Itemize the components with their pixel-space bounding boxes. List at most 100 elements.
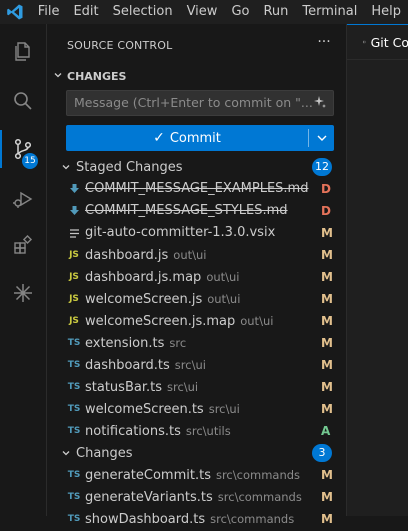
ai-extension-button[interactable] (0, 270, 46, 316)
file-row[interactable]: TS notifications.ts src\utils A (47, 420, 346, 442)
search-button[interactable] (0, 78, 46, 124)
package-file-icon (67, 222, 81, 244)
commit-button-group: ✓ Commit (66, 125, 334, 151)
check-icon: ✓ (153, 130, 165, 146)
file-directory: src\commands (217, 490, 302, 504)
explorer-icon (15, 42, 30, 61)
file-row[interactable]: COMMIT_MESSAGE_STYLES.md D (47, 200, 346, 222)
menu-bar: File Edit Selection View Go Run Terminal… (0, 0, 408, 24)
file-row[interactable]: JS dashboard.js.map out\ui M (47, 266, 346, 288)
typescript-file-icon: TS (67, 382, 81, 392)
javascript-file-icon: JS (69, 250, 79, 260)
file-name: statusBar.ts src\ui (85, 376, 198, 399)
menu-go[interactable]: Go (224, 0, 256, 24)
file-status: M (321, 248, 333, 262)
file-row[interactable]: TS showDashboard.ts src\commands M (47, 508, 346, 530)
generate-message-sparkle-icon[interactable] (311, 94, 327, 110)
more-actions-icon[interactable]: ··· (315, 34, 333, 52)
chevron-down-icon (59, 156, 73, 178)
file-status: M (321, 292, 333, 306)
file-directory: src\commands (215, 468, 301, 482)
file-status: M (321, 314, 333, 328)
menu-run[interactable]: Run (256, 0, 295, 24)
javascript-file-icon: JS (69, 294, 79, 304)
menu-terminal[interactable]: Terminal (295, 0, 364, 24)
file-name-text: COMMIT_MESSAGE_EXAMPLES.md (85, 181, 309, 196)
file-status: M (321, 490, 333, 504)
menu-view[interactable]: View (180, 0, 225, 24)
extensions-button[interactable] (0, 222, 46, 268)
file-row[interactable]: TS statusBar.ts src\ui M (47, 376, 346, 398)
file-row[interactable]: TS generateCommit.ts src\commands M (47, 464, 346, 486)
file-row[interactable]: TS extension.ts src M (47, 332, 346, 354)
file-row[interactable]: JS dashboard.js out\ui M (47, 244, 346, 266)
run-debug-icon (13, 191, 33, 208)
javascript-file-icon: JS (69, 272, 79, 282)
menu-edit[interactable]: Edit (66, 0, 105, 24)
file-row[interactable]: TS welcomeScreen.ts src\ui M (47, 398, 346, 420)
run-debug-button[interactable] (0, 176, 46, 222)
menu-file[interactable]: File (31, 0, 67, 24)
file-row[interactable]: git-auto-committer-1.3.0.vsix M (47, 222, 346, 244)
typescript-file-icon: TS (67, 426, 81, 436)
commit-options-dropdown[interactable] (309, 125, 334, 151)
file-name-text: notifications.ts (85, 424, 181, 439)
file-name: generateVariants.ts src\commands (85, 486, 302, 509)
file-name: git-auto-committer-1.3.0.vsix (85, 222, 275, 244)
file-name: COMMIT_MESSAGE_EXAMPLES.md (85, 178, 308, 200)
file-row[interactable]: JS welcomeScreen.js.map out\ui M (47, 310, 346, 332)
file-name-text: COMMIT_MESSAGE_STYLES.md (85, 203, 288, 218)
scm-group-changes[interactable]: Changes 3 (47, 442, 346, 464)
explorer-button[interactable] (0, 28, 46, 74)
typescript-file-icon: TS (67, 338, 81, 348)
typescript-file-icon: TS (67, 404, 81, 414)
file-status: M (321, 380, 333, 394)
editor-tab[interactable]: Git Co (347, 24, 408, 59)
file-name-text: dashboard.ts (85, 358, 170, 373)
file-row[interactable]: TS generateVariants.ts src\commands M (47, 486, 346, 508)
group-count-badge: 3 (312, 444, 332, 462)
file-name-text: generateCommit.ts (85, 468, 211, 483)
file-name: welcomeScreen.js.map out\ui (85, 310, 273, 333)
scm-group-staged[interactable]: Staged Changes 12 (47, 156, 346, 178)
file-name: showDashboard.ts src\commands (85, 508, 294, 531)
file-row[interactable]: TS dashboard.ts src\ui M (47, 354, 346, 376)
changes-section-header[interactable]: CHANGES (53, 66, 126, 86)
source-control-badge: 15 (22, 153, 38, 169)
commit-button[interactable]: ✓ Commit (66, 125, 308, 151)
chevron-down-icon (53, 70, 67, 83)
menu-help[interactable]: Help (364, 0, 408, 24)
file-name-text: git-auto-committer-1.3.0.vsix (85, 225, 276, 240)
activity-bar: 15 (0, 24, 47, 516)
file-status: D (321, 204, 331, 218)
source-control-panel: SOURCE CONTROL ··· CHANGES Message (Ctrl… (47, 24, 346, 527)
file-status: M (321, 468, 333, 482)
group-count-badge: 12 (312, 158, 332, 176)
file-name-text: statusBar.ts (85, 380, 162, 395)
file-name: COMMIT_MESSAGE_STYLES.md (85, 200, 288, 222)
group-label: Staged Changes (76, 159, 183, 175)
file-directory: src\ui (174, 358, 206, 372)
javascript-file-icon: JS (69, 316, 79, 326)
markdown-download-icon (67, 200, 81, 222)
file-status: M (321, 270, 333, 284)
extensions-icon (14, 234, 33, 254)
file-directory: out\ui (173, 248, 207, 262)
file-directory: out\ui (207, 292, 241, 306)
file-directory: src\commands (210, 512, 295, 526)
typescript-file-icon: TS (67, 492, 81, 502)
file-name: dashboard.js out\ui (85, 244, 207, 267)
typescript-file-icon: TS (67, 514, 81, 524)
source-control-button[interactable]: 15 (0, 126, 46, 172)
file-row[interactable]: JS welcomeScreen.js out\ui M (47, 288, 346, 310)
typescript-file-icon: TS (67, 470, 81, 480)
section-title: CHANGES (67, 69, 127, 83)
sparkle-extension-icon (14, 284, 32, 302)
search-icon (14, 92, 32, 110)
vscode-logo-icon[interactable] (0, 0, 31, 24)
file-row[interactable]: COMMIT_MESSAGE_EXAMPLES.md D (47, 178, 346, 200)
commit-message-input[interactable]: Message (Ctrl+Enter to commit on "... (66, 90, 334, 116)
preview-icon (363, 40, 366, 44)
menu-selection[interactable]: Selection (106, 0, 180, 24)
file-status: M (321, 402, 333, 416)
